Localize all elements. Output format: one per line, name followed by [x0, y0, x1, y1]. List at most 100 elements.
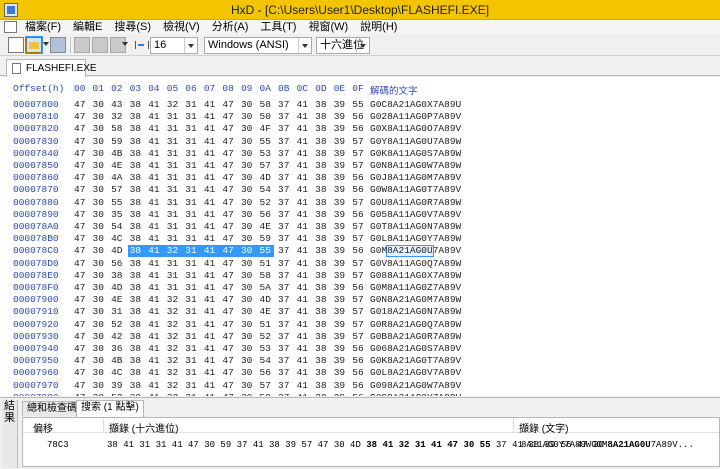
hex-byte[interactable]: 47	[222, 331, 238, 342]
hex-row[interactable]: 000078C0 47 30 4D 38 41 32 31 41 47 30 55 37 41 38 39 56…	[0, 245, 720, 258]
hex-byte[interactable]: 47	[222, 136, 238, 147]
hex-byte[interactable]: 47	[222, 306, 238, 317]
hex-byte[interactable]: 41	[148, 331, 164, 342]
hex-byte[interactable]: 41	[297, 209, 313, 220]
hex-byte[interactable]: 38	[315, 367, 331, 378]
hex-byte[interactable]: 47	[74, 270, 90, 281]
hex-byte[interactable]: 47	[222, 172, 238, 183]
hex-byte[interactable]: 37	[278, 270, 294, 281]
hex-byte[interactable]: 31	[185, 209, 201, 220]
hex-byte[interactable]: 30	[241, 197, 257, 208]
hex-byte[interactable]: 47	[222, 148, 238, 159]
hex-byte[interactable]: 41	[148, 209, 164, 220]
offset-base-select[interactable]: 十六進位	[316, 37, 370, 54]
hex-byte[interactable]: 32	[167, 392, 183, 396]
hex-byte[interactable]: 55	[111, 197, 127, 208]
open-file-icon[interactable]	[25, 36, 43, 54]
hex-byte[interactable]: 47	[222, 233, 238, 244]
hex-byte[interactable]: 58	[260, 99, 276, 110]
new-file-icon[interactable]	[8, 37, 24, 53]
hex-byte[interactable]: 31	[185, 123, 201, 134]
hex-byte[interactable]: 4B	[111, 148, 127, 159]
hex-byte[interactable]: 31	[167, 172, 183, 183]
hex-byte[interactable]: 41	[297, 172, 313, 183]
hex-byte[interactable]: 30	[93, 367, 109, 378]
hex-byte[interactable]: 57	[352, 319, 368, 330]
hex-byte[interactable]: 31	[167, 136, 183, 147]
hex-byte[interactable]: 30	[93, 197, 109, 208]
hex-byte[interactable]: 41	[204, 209, 220, 220]
hex-byte[interactable]: 39	[334, 270, 350, 281]
hex-byte[interactable]: 4C	[111, 233, 127, 244]
hex-byte[interactable]: 47	[74, 148, 90, 159]
hex-byte[interactable]: 41	[204, 367, 220, 378]
hex-byte[interactable]: 4F	[260, 123, 276, 134]
hex-byte[interactable]: 58	[260, 270, 276, 281]
hex-byte[interactable]: 30	[93, 245, 109, 256]
hex-byte[interactable]: 4E	[260, 306, 276, 317]
hex-byte[interactable]: 30	[93, 282, 109, 293]
hex-byte[interactable]: 31	[167, 197, 183, 208]
hex-byte[interactable]: 30	[241, 123, 257, 134]
hex-byte[interactable]: 41	[148, 99, 164, 110]
hex-byte[interactable]: 38	[130, 221, 146, 232]
decoded-text[interactable]: G0K8A11AG0S7A89W	[370, 148, 510, 159]
hex-byte[interactable]: 32	[167, 306, 183, 317]
hex-byte[interactable]: 59	[111, 136, 127, 147]
hex-byte[interactable]: 38	[130, 245, 146, 256]
hex-byte[interactable]: 41	[204, 270, 220, 281]
hex-byte[interactable]: 31	[185, 380, 201, 391]
hex-row[interactable]: 00007900 47 30 4E 38 41 32 31 41 47 30 4D 37 41 38 39 57…	[0, 294, 720, 306]
hex-byte[interactable]: 47	[74, 258, 90, 269]
hex-byte[interactable]: 59	[260, 392, 276, 396]
hex-byte[interactable]: 41	[204, 258, 220, 269]
hex-byte[interactable]: 59	[260, 233, 276, 244]
hex-byte[interactable]: 32	[167, 99, 183, 110]
hex-byte[interactable]: 31	[185, 258, 201, 269]
hex-byte[interactable]: 38	[130, 160, 146, 171]
hex-byte[interactable]: 37	[278, 136, 294, 147]
hex-row[interactable]: 00007910 47 30 31 38 41 32 31 41 47 30 4E 37 41 38 39 57…	[0, 306, 720, 318]
hex-byte[interactable]: 56	[352, 111, 368, 122]
menu-item[interactable]: 分析(A)	[207, 20, 256, 34]
hex-byte[interactable]: 30	[93, 184, 109, 195]
hex-byte[interactable]: 47	[74, 355, 90, 366]
hex-byte[interactable]: 30	[241, 306, 257, 317]
hex-byte[interactable]: 31	[167, 184, 183, 195]
hex-row[interactable]: 000078D0 47 30 56 38 41 31 31 41 47 30 51 37 41 38 39 57…	[0, 258, 720, 270]
hex-byte[interactable]: 38	[130, 184, 146, 195]
hex-byte[interactable]: 31	[185, 148, 201, 159]
hex-byte[interactable]: 41	[204, 172, 220, 183]
hex-byte[interactable]: 37	[278, 197, 294, 208]
hex-byte[interactable]: 47	[222, 355, 238, 366]
hex-byte[interactable]: 47	[222, 270, 238, 281]
document-menu-icon[interactable]	[4, 21, 17, 33]
hex-byte[interactable]: 52	[260, 331, 276, 342]
open-dropdown-icon[interactable]	[43, 42, 49, 46]
hex-byte[interactable]: 56	[352, 184, 368, 195]
hex-byte[interactable]: 39	[334, 294, 350, 305]
hex-byte[interactable]: 31	[185, 282, 201, 293]
hex-byte[interactable]: 39	[334, 197, 350, 208]
hex-byte[interactable]: 39	[334, 233, 350, 244]
hex-byte[interactable]: 39	[334, 392, 350, 396]
hex-row[interactable]: 00007850 47 30 4E 38 41 31 31 41 47 30 57 37 41 38 39 57…	[0, 160, 720, 172]
hex-byte[interactable]: 30	[241, 221, 257, 232]
hex-byte[interactable]: 38	[315, 221, 331, 232]
hex-byte[interactable]: 30	[241, 99, 257, 110]
hex-byte[interactable]: 38	[130, 355, 146, 366]
hex-byte[interactable]: 55	[352, 99, 368, 110]
hex-byte[interactable]: 30	[93, 221, 109, 232]
hex-byte[interactable]: 30	[241, 270, 257, 281]
hex-byte[interactable]: 41	[204, 343, 220, 354]
hex-byte[interactable]: 37	[278, 380, 294, 391]
hex-byte[interactable]: 37	[278, 172, 294, 183]
hex-byte[interactable]: 57	[352, 148, 368, 159]
decoded-text[interactable]: G0M8A11AG0Z7A89V	[370, 282, 510, 293]
hex-byte[interactable]: 41	[204, 306, 220, 317]
hex-byte[interactable]: 47	[74, 245, 90, 256]
hex-byte[interactable]: 38	[315, 270, 331, 281]
hex-byte[interactable]: 56	[111, 258, 127, 269]
hex-byte[interactable]: 31	[185, 233, 201, 244]
hex-byte[interactable]: 57	[352, 221, 368, 232]
